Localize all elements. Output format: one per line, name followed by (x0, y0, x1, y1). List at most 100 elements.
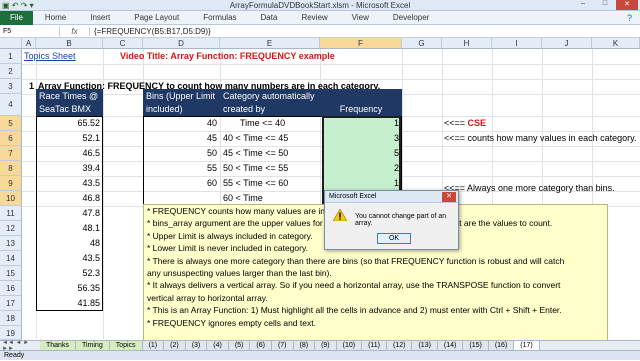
sheet-tab[interactable]: (14) (437, 341, 464, 350)
row-header-7[interactable]: 7 (0, 146, 22, 161)
column-header-f[interactable]: F (320, 38, 402, 49)
race-time-cell[interactable]: 56.35 (36, 281, 103, 296)
sheet-tab[interactable]: (13) (412, 341, 438, 350)
race-time-cell[interactable]: 52.1 (36, 131, 103, 146)
race-time-cell[interactable]: 52.3 (36, 266, 103, 281)
column-header-h[interactable]: H (442, 38, 492, 49)
row-header-5[interactable]: 5 (0, 116, 22, 131)
bin-cell[interactable]: 40 (143, 116, 220, 131)
column-header-b[interactable]: B (36, 38, 103, 49)
row-header-2[interactable]: 2 (0, 64, 22, 79)
row-header-14[interactable]: 14 (0, 251, 22, 266)
race-time-cell[interactable]: 47.8 (36, 206, 103, 221)
race-time-cell[interactable]: 41.85 (36, 296, 103, 311)
sheet-tab[interactable]: (2) (164, 341, 186, 350)
row-header-4[interactable]: 4 (0, 94, 22, 116)
column-header-a[interactable]: A (22, 38, 36, 49)
row-header-13[interactable]: 13 (0, 236, 22, 251)
tab-data[interactable]: Data (249, 13, 290, 22)
sheet-tab[interactable]: (11) (362, 341, 388, 350)
sheet-tab[interactable]: (9) (315, 341, 337, 350)
category-header-line1: Category automatically (223, 91, 315, 101)
sheet-tab[interactable]: (8) (293, 341, 316, 350)
step-number: 1 (28, 81, 34, 91)
column-header-d[interactable]: D (143, 38, 220, 49)
race-time-cell[interactable]: 48 (36, 236, 103, 251)
row-header-1[interactable]: 1 (0, 49, 22, 64)
category-cell[interactable]: 50 < Time <= 55 (223, 161, 288, 176)
sheet-tab[interactable]: (12) (387, 341, 413, 350)
tab-review[interactable]: Review (289, 13, 339, 22)
row-header-18[interactable]: 18 (0, 311, 22, 326)
bin-cell[interactable]: 45 (143, 131, 220, 146)
sheet-tab[interactable]: (16) (488, 341, 515, 350)
column-header-c[interactable]: C (103, 38, 143, 49)
race-time-cell[interactable]: 65.52 (36, 116, 103, 131)
category-cell[interactable]: Time <= 40 (240, 116, 285, 131)
tab-home[interactable]: Home (33, 13, 78, 22)
race-time-cell[interactable]: 43.5 (36, 176, 103, 191)
race-time-cell[interactable]: 43.5 (36, 251, 103, 266)
tab-page-layout[interactable]: Page Layout (122, 13, 191, 22)
column-header-j[interactable]: J (542, 38, 592, 49)
formula-input[interactable]: {=FREQUENCY(B5:B17,D5:D9)} (90, 27, 211, 36)
sheet-tab[interactable]: (1) (142, 341, 165, 350)
frequency-cell[interactable]: 5 (320, 146, 402, 161)
ok-button[interactable]: OK (377, 233, 411, 244)
bin-cell[interactable]: 50 (143, 146, 220, 161)
maximize-button[interactable]: □ (594, 0, 616, 10)
tab-file[interactable]: File (0, 10, 33, 25)
sheet-tab[interactable]: Timing (75, 341, 110, 350)
race-time-cell[interactable]: 48.1 (36, 221, 103, 236)
sheet-tab[interactable]: Topics (109, 341, 143, 350)
frequency-cell[interactable]: 1 (320, 176, 402, 191)
race-time-cell[interactable]: 39.4 (36, 161, 103, 176)
sheet-tab[interactable]: (4) (207, 341, 229, 350)
row-header-15[interactable]: 15 (0, 266, 22, 281)
sheet-tab[interactable]: (6) (250, 341, 272, 350)
row-header-6[interactable]: 6 (0, 131, 22, 146)
column-header-k[interactable]: K (592, 38, 640, 49)
sheet-tab-active[interactable]: (17) (514, 341, 540, 350)
minimize-button[interactable]: – (572, 0, 594, 10)
race-time-cell[interactable]: 46.8 (36, 191, 103, 206)
fx-icon[interactable]: fx (60, 27, 90, 36)
row-header-12[interactable]: 12 (0, 221, 22, 236)
bin-cell[interactable]: 55 (143, 161, 220, 176)
tab-formulas[interactable]: Formulas (191, 13, 248, 22)
category-cell[interactable]: 45 < Time <= 50 (223, 146, 288, 161)
row-header-9[interactable]: 9 (0, 176, 22, 191)
tab-view[interactable]: View (340, 13, 381, 22)
row-header-19[interactable]: 19 (0, 326, 22, 340)
sheet-tab[interactable]: (5) (228, 341, 251, 350)
tab-developer[interactable]: Developer (381, 13, 441, 22)
category-cell[interactable]: 40 < Time <= 45 (223, 131, 288, 146)
row-header-10[interactable]: 10 (0, 191, 22, 206)
sheet-tab[interactable]: (7) (271, 341, 294, 350)
dialog-close-button[interactable]: ✕ (442, 192, 456, 202)
tab-insert[interactable]: Insert (78, 13, 122, 22)
frequency-cell[interactable]: 2 (320, 161, 402, 176)
column-header-i[interactable]: I (492, 38, 542, 49)
sheet-tab[interactable]: (10) (336, 341, 363, 350)
select-all-corner[interactable] (0, 38, 22, 49)
row-header-17[interactable]: 17 (0, 296, 22, 311)
column-header-e[interactable]: E (220, 38, 320, 49)
race-time-cell[interactable]: 46.5 (36, 146, 103, 161)
topics-sheet-link[interactable]: Topics Sheet (24, 49, 76, 64)
row-header-16[interactable]: 16 (0, 281, 22, 296)
row-header-8[interactable]: 8 (0, 161, 22, 176)
sheet-tab[interactable]: Thanks (40, 341, 76, 350)
close-button[interactable]: ✕ (616, 0, 638, 10)
sheet-tab[interactable]: (15) (463, 341, 489, 350)
column-header-g[interactable]: G (402, 38, 442, 49)
name-box[interactable]: F5 (0, 25, 60, 38)
category-cell[interactable]: 55 < Time <= 60 (223, 176, 288, 191)
help-icon[interactable]: ? (627, 13, 632, 23)
row-header-3[interactable]: 3 (0, 79, 22, 94)
frequency-cell[interactable]: 3 (320, 131, 402, 146)
sheet-tab[interactable]: (3) (185, 341, 208, 350)
bin-cell[interactable]: 60 (143, 176, 220, 191)
row-header-11[interactable]: 11 (0, 206, 22, 221)
frequency-cell[interactable]: 1 (320, 116, 402, 131)
